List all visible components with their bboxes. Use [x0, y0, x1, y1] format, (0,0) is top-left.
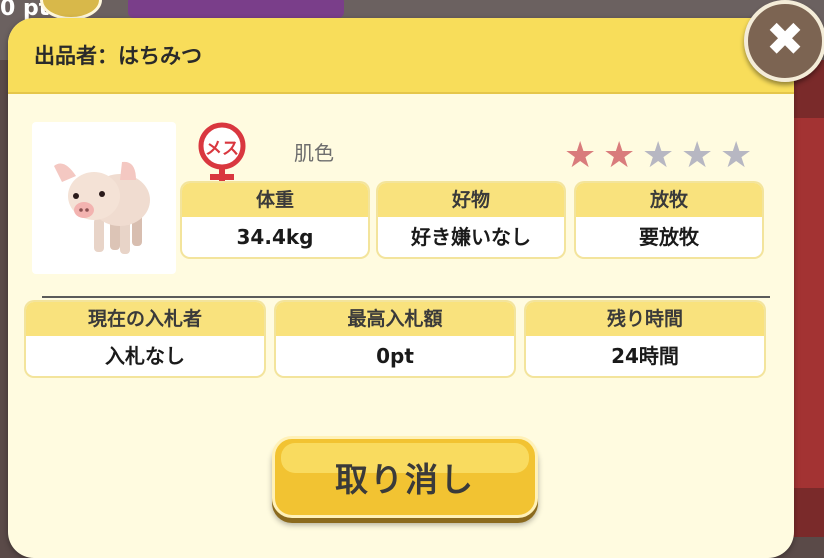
star-icon: ★	[564, 135, 597, 176]
auction-detail-dialog: 出品者：はちみつ メス 肌色 ★ ★ ★ ★ ★ 体重 34.4kg 好物 好き…	[8, 18, 794, 558]
stat-label: 現在の入札者	[26, 302, 264, 336]
close-icon: ✖	[765, 12, 805, 66]
section-divider	[42, 296, 770, 298]
stat-label: 放牧	[576, 183, 762, 217]
stat-value: 好き嫌いなし	[411, 225, 531, 249]
pig-icon	[54, 161, 150, 254]
seller-label: 出品者：はちみつ	[34, 44, 202, 68]
stat-label: 最高入札額	[276, 302, 514, 336]
stat-value: 要放牧	[639, 225, 699, 249]
stat-value: 入札なし	[105, 344, 185, 368]
female-gender-icon: メス	[192, 122, 252, 192]
stat-label: 体重	[182, 183, 368, 217]
star-icon: ★	[720, 135, 753, 176]
dialog-header: 出品者：はちみつ	[8, 18, 794, 94]
stat-value: 24時間	[611, 344, 679, 368]
event-banner[interactable]	[128, 0, 344, 18]
stat-value: 0pt	[376, 344, 414, 368]
stat-weight: 体重 34.4kg	[182, 183, 368, 257]
stat-favorite-food: 好物 好き嫌いなし	[378, 183, 564, 257]
close-button[interactable]: ✖	[744, 0, 824, 82]
cancel-button-label: 取り消し	[335, 460, 475, 499]
stat-current-bidder: 現在の入札者 入札なし	[26, 302, 264, 376]
stat-label: 好物	[378, 183, 564, 217]
cancel-listing-button[interactable]: 取り消し	[272, 436, 538, 518]
skin-color-label: 肌色	[294, 141, 334, 165]
stat-value: 34.4kg	[236, 225, 314, 249]
stat-highest-bid: 最高入札額 0pt	[276, 302, 514, 376]
star-icon: ★	[603, 135, 636, 176]
stat-grazing: 放牧 要放牧	[576, 183, 762, 257]
star-icon: ★	[642, 135, 675, 176]
pig-portrait	[32, 122, 176, 274]
stat-label: 残り時間	[526, 302, 764, 336]
star-icon: ★	[681, 135, 714, 176]
stat-time-remaining: 残り時間 24時間	[526, 302, 764, 376]
svg-text:メス: メス	[205, 139, 239, 159]
